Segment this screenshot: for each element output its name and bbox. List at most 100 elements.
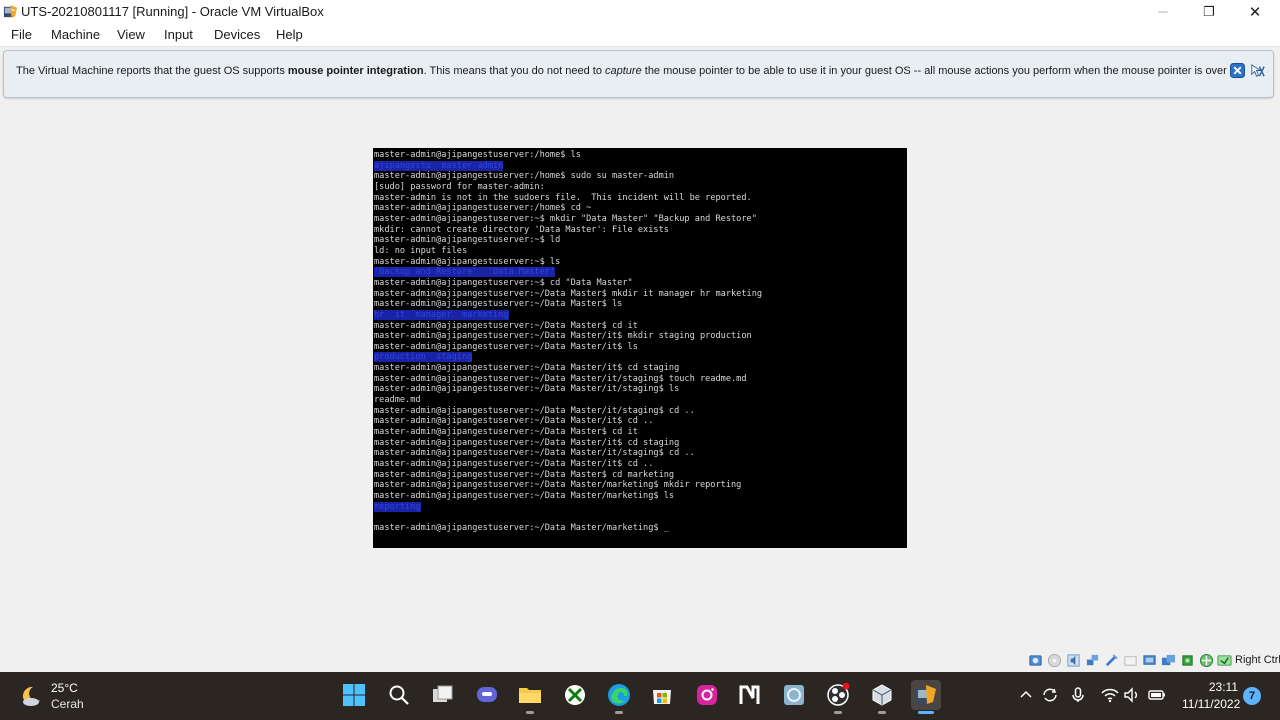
optical-drive-icon[interactable] — [1047, 653, 1062, 668]
close-icon: ✕ — [1248, 3, 1262, 21]
terminal-line: master-admin@ajipangestuserver:~/Data Ma… — [374, 448, 695, 459]
start-button[interactable] — [339, 680, 369, 710]
instagram-icon — [697, 685, 717, 705]
audio-icon[interactable] — [1066, 653, 1081, 668]
hard-disk-icon[interactable] — [1028, 653, 1043, 668]
store-button[interactable] — [647, 680, 677, 710]
menu-bar: File Machine View Input Devices Help — [0, 23, 1280, 47]
menu-machine[interactable]: Machine — [51, 27, 100, 42]
terminal-line: master-admin@ajipangestuserver:~$ mkdir … — [374, 213, 757, 224]
terminal-line: hr it manager marketing — [374, 309, 509, 320]
terminal-line: production staging — [374, 352, 473, 363]
restore-button[interactable]: ❐ — [1186, 0, 1232, 23]
close-button[interactable]: ✕ — [1232, 0, 1278, 23]
notice-message: The Virtual Machine reports that the gue… — [16, 65, 1227, 77]
task-view-button[interactable] — [428, 680, 458, 710]
terminal-line: master-admin@ajipangestuserver:~/Data Ma… — [374, 480, 742, 491]
app-icon — [784, 685, 804, 705]
usb-icon[interactable] — [1104, 653, 1119, 668]
weather-moon-icon[interactable] — [18, 683, 44, 709]
minimize-button[interactable]: ─ — [1140, 0, 1186, 23]
instagram-button[interactable] — [692, 680, 722, 710]
clock-date[interactable]: 11/11/2022 — [1182, 697, 1240, 711]
terminal-line: readme.md — [374, 395, 421, 406]
host-key-label: Right Ctrl — [1235, 654, 1280, 666]
clock-time[interactable]: 23:11 — [1182, 680, 1238, 694]
running-indicator — [878, 711, 886, 714]
terminal-line: master-admin@ajipangestuserver:~/Data Ma… — [374, 427, 638, 438]
terminal-line: master-admin@ajipangestuserver:~/Data Ma… — [374, 320, 638, 331]
terminal-line: master-admin@ajipangestuserver:~$ ls — [374, 256, 561, 267]
shared-folders-icon[interactable] — [1123, 653, 1138, 668]
notice-close-icon[interactable] — [1230, 63, 1245, 78]
battery-icon[interactable] — [1148, 686, 1166, 704]
running-indicator — [615, 711, 623, 714]
terminal-line: master-admin@ajipangestuserver:~/Data Ma… — [374, 373, 747, 384]
mouse-integration-icon[interactable] — [1249, 62, 1266, 79]
terminal-line: [sudo] password for master-admin: — [374, 181, 545, 192]
sync-icon[interactable] — [1041, 686, 1059, 704]
teams-chat-button[interactable] — [472, 680, 502, 710]
notion-button[interactable] — [735, 680, 765, 710]
vm-status-bar: Right Ctrl — [0, 650, 1280, 672]
virtualbox-logo-icon — [3, 4, 18, 19]
show-hidden-icons-icon[interactable] — [1017, 686, 1035, 704]
terminal-line: master-admin@ajipangestuserver:/home$ su… — [374, 171, 675, 182]
store-icon — [653, 690, 671, 704]
terminal-line: master-admin@ajipangestuserver:~/Data Ma… — [374, 469, 675, 480]
notification-badge[interactable]: 7 — [1243, 687, 1261, 705]
terminal-line: master-admin is not in the sudoers file.… — [374, 192, 752, 203]
guest-terminal[interactable]: master-admin@ajipangestuserver:/home$ ls… — [373, 148, 907, 548]
recording-icon[interactable] — [1161, 653, 1176, 668]
running-indicator — [526, 711, 534, 714]
windows-taskbar: 25°C Cerah 23:11 11/11/2022 7 — [0, 672, 1280, 720]
menu-file[interactable]: File — [11, 27, 32, 42]
network-icon[interactable] — [1085, 653, 1100, 668]
edge-icon — [608, 684, 630, 706]
terminal-line: reporting — [374, 501, 421, 512]
terminal-line: master-admin@ajipangestuserver:/home$ cd… — [374, 203, 592, 214]
keyboard-icon[interactable] — [1217, 653, 1232, 668]
menu-help[interactable]: Help — [276, 27, 303, 42]
minimize-icon: ─ — [1158, 4, 1168, 19]
terminal-line: master-admin@ajipangestuserver:~/Data Ma… — [374, 522, 669, 533]
search-icon — [389, 685, 409, 705]
start-icon — [343, 684, 365, 706]
active-indicator — [918, 711, 934, 714]
menu-input[interactable]: Input — [164, 27, 193, 42]
teams-icon — [477, 687, 497, 702]
virtualbox-vm-button[interactable] — [911, 680, 941, 714]
display-icon[interactable] — [1142, 653, 1157, 668]
task-view-icon — [433, 685, 453, 702]
obs-icon — [827, 683, 850, 706]
edge-button[interactable] — [604, 680, 634, 714]
window-titlebar[interactable]: UTS-20210801117 [Running] - Oracle VM Vi… — [0, 0, 1280, 23]
terminal-line: ld: no input files — [374, 245, 468, 256]
xbox-icon — [565, 685, 585, 705]
app-button[interactable] — [779, 680, 809, 710]
terminal-line: master-admin@ajipangestuserver:~/Data Ma… — [374, 459, 654, 470]
terminal-line: master-admin@ajipangestuserver:~/Data Ma… — [374, 341, 638, 352]
weather-temperature: 25°C — [51, 681, 78, 695]
file-explorer-button[interactable] — [515, 680, 545, 714]
window-title: UTS-20210801117 [Running] - Oracle VM Vi… — [21, 4, 324, 19]
weather-description: Cerah — [51, 697, 84, 711]
volume-icon[interactable] — [1123, 686, 1141, 704]
terminal-line: master-admin@ajipangestuserver:~/Data Ma… — [374, 331, 752, 342]
search-button[interactable] — [384, 680, 414, 710]
terminal-line: ajipangestu master-admin — [374, 160, 504, 171]
terminal-line: mkdir: cannot create directory 'Data Mas… — [374, 224, 669, 235]
obs-button[interactable] — [823, 680, 853, 714]
notion-icon — [739, 685, 760, 704]
mouse-integration-status-icon[interactable] — [1199, 653, 1214, 668]
cpu-icon[interactable] — [1180, 653, 1195, 668]
microphone-icon[interactable] — [1069, 686, 1087, 704]
menu-view[interactable]: View — [117, 27, 145, 42]
wifi-icon[interactable] — [1101, 686, 1119, 704]
menu-devices[interactable]: Devices — [214, 27, 260, 42]
terminal-line: master-admin@ajipangestuserver:~/Data Ma… — [374, 405, 695, 416]
virtualbox-vm-icon — [916, 685, 936, 704]
virtualbox-manager-button[interactable] — [867, 680, 897, 714]
xbox-button[interactable] — [560, 680, 590, 710]
